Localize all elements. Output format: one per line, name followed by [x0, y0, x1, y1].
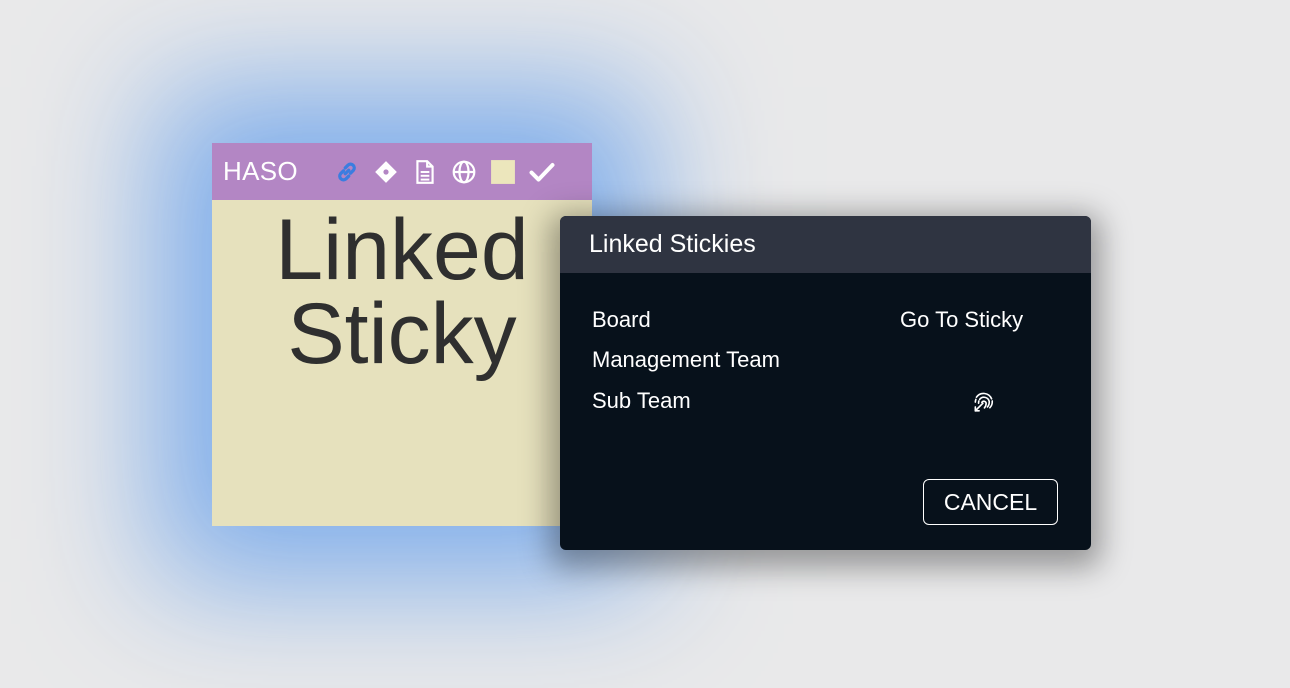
canvas: HASO Linked Sticky Linked Stickies Board…: [0, 0, 1290, 688]
globe-icon[interactable]: [447, 155, 481, 189]
sub-team-label: Sub Team: [592, 388, 691, 413]
sticky-author: HASO: [223, 156, 298, 186]
diamond-icon[interactable]: [369, 155, 403, 189]
check-icon[interactable]: [525, 155, 559, 189]
sticky-text-line: Linked: [275, 202, 529, 298]
sticky-header: HASO: [212, 143, 592, 200]
fingerprint-icon: [971, 388, 997, 419]
go-to-sticky-header: Go To Sticky: [900, 307, 1024, 332]
sticky-text-line: Sticky: [287, 286, 517, 382]
link-icon[interactable]: [330, 155, 364, 189]
dialog-title-bar: Linked Stickies: [560, 216, 1091, 273]
linked-sticky-note[interactable]: HASO Linked Sticky: [212, 143, 592, 526]
document-icon[interactable]: [408, 155, 442, 189]
cancel-button[interactable]: CANCEL: [923, 479, 1058, 525]
go-to-sticky-button[interactable]: [969, 388, 999, 418]
linked-stickies-dialog: Linked Stickies Board Go To Sticky Manag…: [560, 216, 1091, 550]
sticky-body[interactable]: Linked Sticky: [212, 200, 592, 526]
color-swatch-icon[interactable]: [486, 155, 520, 189]
management-team-label: Management Team: [592, 347, 780, 372]
board-label: Board: [592, 307, 651, 332]
dialog-title: Linked Stickies: [589, 230, 756, 258]
